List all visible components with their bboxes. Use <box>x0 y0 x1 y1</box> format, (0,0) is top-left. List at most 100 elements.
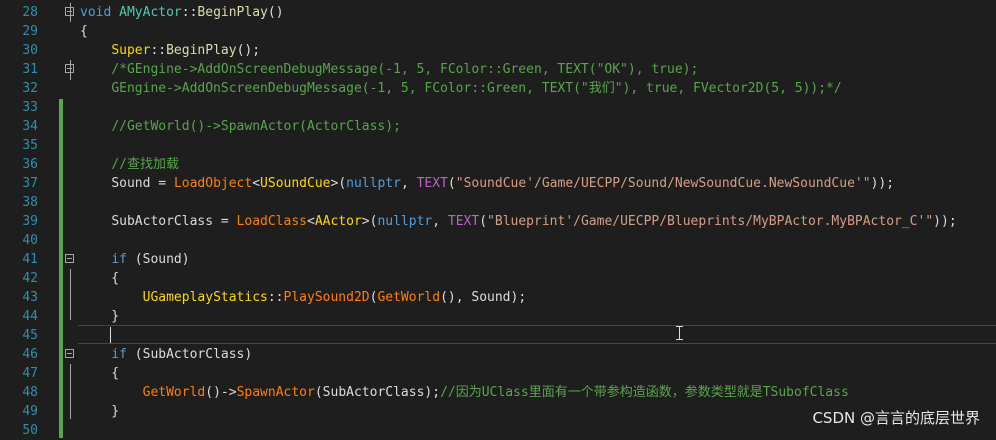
code-text: } <box>80 402 119 421</box>
code-token: void <box>80 5 120 20</box>
code-line[interactable]: 42 { <box>0 269 996 288</box>
fold-guide-line <box>70 364 71 419</box>
code-line[interactable]: 35 <box>0 136 996 155</box>
fold-guide-line <box>70 269 71 320</box>
code-text: { <box>80 269 119 288</box>
line-number: 48 <box>22 385 38 400</box>
code-token: :: <box>181 5 198 20</box>
code-line[interactable]: 32 GEngine->AddOnScreenDebugMessage(-1, … <box>0 79 996 98</box>
line-number: 44 <box>22 309 38 324</box>
code-line[interactable]: 28 void AMyActor::BeginPlay() <box>0 3 996 22</box>
line-number: 43 <box>22 290 38 305</box>
code-text: if (SubActorClass) <box>80 345 252 364</box>
line-number: 49 <box>22 404 38 419</box>
code-token: } <box>80 309 120 324</box>
line-number: 45 <box>22 328 38 343</box>
code-token: AMyActor <box>119 5 182 20</box>
code-token: (SubActorClass); <box>314 385 441 400</box>
line-number: 31 <box>22 62 38 77</box>
code-token: :: <box>267 290 284 305</box>
code-token: SubActorClass = <box>111 214 237 229</box>
code-text: //查找加载 <box>80 155 179 174</box>
code-line[interactable]: 37 Sound = LoadObject<USoundCue>(nullptr… <box>0 174 996 193</box>
code-line[interactable]: 46 if (SubActorClass) <box>0 345 996 364</box>
code-line[interactable]: 40 <box>0 231 996 250</box>
code-text: } <box>80 307 119 326</box>
code-token: SpawnActor <box>236 385 315 400</box>
line-number: 29 <box>22 24 38 39</box>
code-line[interactable]: 47 { <box>0 364 996 383</box>
code-token: /*GEngine->AddOnScreenDebugMessage(-1, 5… <box>111 62 699 77</box>
code-token: (); <box>236 43 261 58</box>
code-token: < <box>307 214 315 229</box>
code-token: nullptr <box>346 176 401 191</box>
code-text: //GetWorld()->SpawnActor(ActorClass); <box>80 117 401 136</box>
code-token: //因为UClass里面有一个带参构造函数，参数类型就是TSubofClass <box>440 385 849 400</box>
fold-guide-line <box>70 60 71 80</box>
code-token: , <box>432 214 448 229</box>
collapse-toggle-icon[interactable] <box>65 254 74 263</box>
line-number: 32 <box>22 81 38 96</box>
code-token: LoadClass <box>236 214 307 229</box>
code-text: Super::BeginPlay(); <box>80 41 260 60</box>
code-text: UGameplayStatics::PlaySound2D(GetWorld()… <box>80 288 527 307</box>
code-text: void AMyActor::BeginPlay() <box>80 3 284 22</box>
code-line[interactable]: 41 if (Sound) <box>0 250 996 269</box>
code-text: GEngine->AddOnScreenDebugMessage(-1, 5, … <box>80 79 841 98</box>
code-line[interactable]: 34 //GetWorld()->SpawnActor(ActorClass); <box>0 117 996 136</box>
code-line[interactable]: 48 GetWorld()->SpawnActor(SubActorClass)… <box>0 383 996 402</box>
line-number: 39 <box>22 214 38 229</box>
code-line[interactable]: 31 /*GEngine->AddOnScreenDebugMessage(-1… <box>0 60 996 79</box>
line-number: 34 <box>22 119 38 134</box>
code-token: >( <box>330 176 347 191</box>
code-token: (Sound) <box>126 252 190 267</box>
code-token: () <box>267 5 284 20</box>
code-token: { <box>80 24 88 39</box>
code-editor[interactable]: 28 void AMyActor::BeginPlay() 29{30 Super:… <box>0 0 996 438</box>
code-token: "Blueprint'/Game/UECPP/Blueprints/MyBPAc… <box>487 214 934 229</box>
code-line[interactable]: 39 SubActorClass = LoadClass<AActor>(nul… <box>0 212 996 231</box>
line-number: 37 <box>22 176 38 191</box>
code-token: TEXT <box>416 176 448 191</box>
fold-guide-line <box>70 3 71 22</box>
code-token: nullptr <box>377 214 433 229</box>
code-line[interactable]: 45 <box>0 326 996 345</box>
code-token: UGameplayStatics <box>142 290 268 305</box>
code-line[interactable]: 44 } <box>0 307 996 326</box>
code-line[interactable]: 33 <box>0 98 996 117</box>
code-token: (), Sound); <box>440 290 527 305</box>
code-token: Super <box>111 43 151 58</box>
code-token: , <box>400 176 417 191</box>
watermark: CSDN @言言的底层世界 <box>812 409 980 427</box>
code-token: BeginPlay <box>166 43 237 58</box>
code-line[interactable]: 29 { <box>0 22 996 41</box>
code-token: :: <box>150 43 167 58</box>
line-number: 50 <box>22 423 38 438</box>
collapse-toggle-icon[interactable] <box>65 349 74 358</box>
line-number: 28 <box>22 5 38 20</box>
code-token: GetWorld <box>142 385 206 400</box>
code-token: < <box>252 176 261 191</box>
line-number: 40 <box>22 233 38 248</box>
code-token: LoadObject <box>173 176 253 191</box>
code-line[interactable]: 43 UGameplayStatics::PlaySound2D(GetWorl… <box>0 288 996 307</box>
code-line[interactable]: 38 <box>0 193 996 212</box>
code-text: Sound = LoadObject<USoundCue>(nullptr, T… <box>80 174 894 193</box>
code-token: )); <box>870 176 895 191</box>
code-token: AActor <box>314 214 362 229</box>
code-line[interactable]: 30 Super::BeginPlay(); <box>0 41 996 60</box>
code-token: USoundCue <box>260 176 331 191</box>
code-token: ()-> <box>205 385 237 400</box>
code-line[interactable]: 36 //查找加载 <box>0 155 996 174</box>
code-token: )); <box>933 214 957 229</box>
